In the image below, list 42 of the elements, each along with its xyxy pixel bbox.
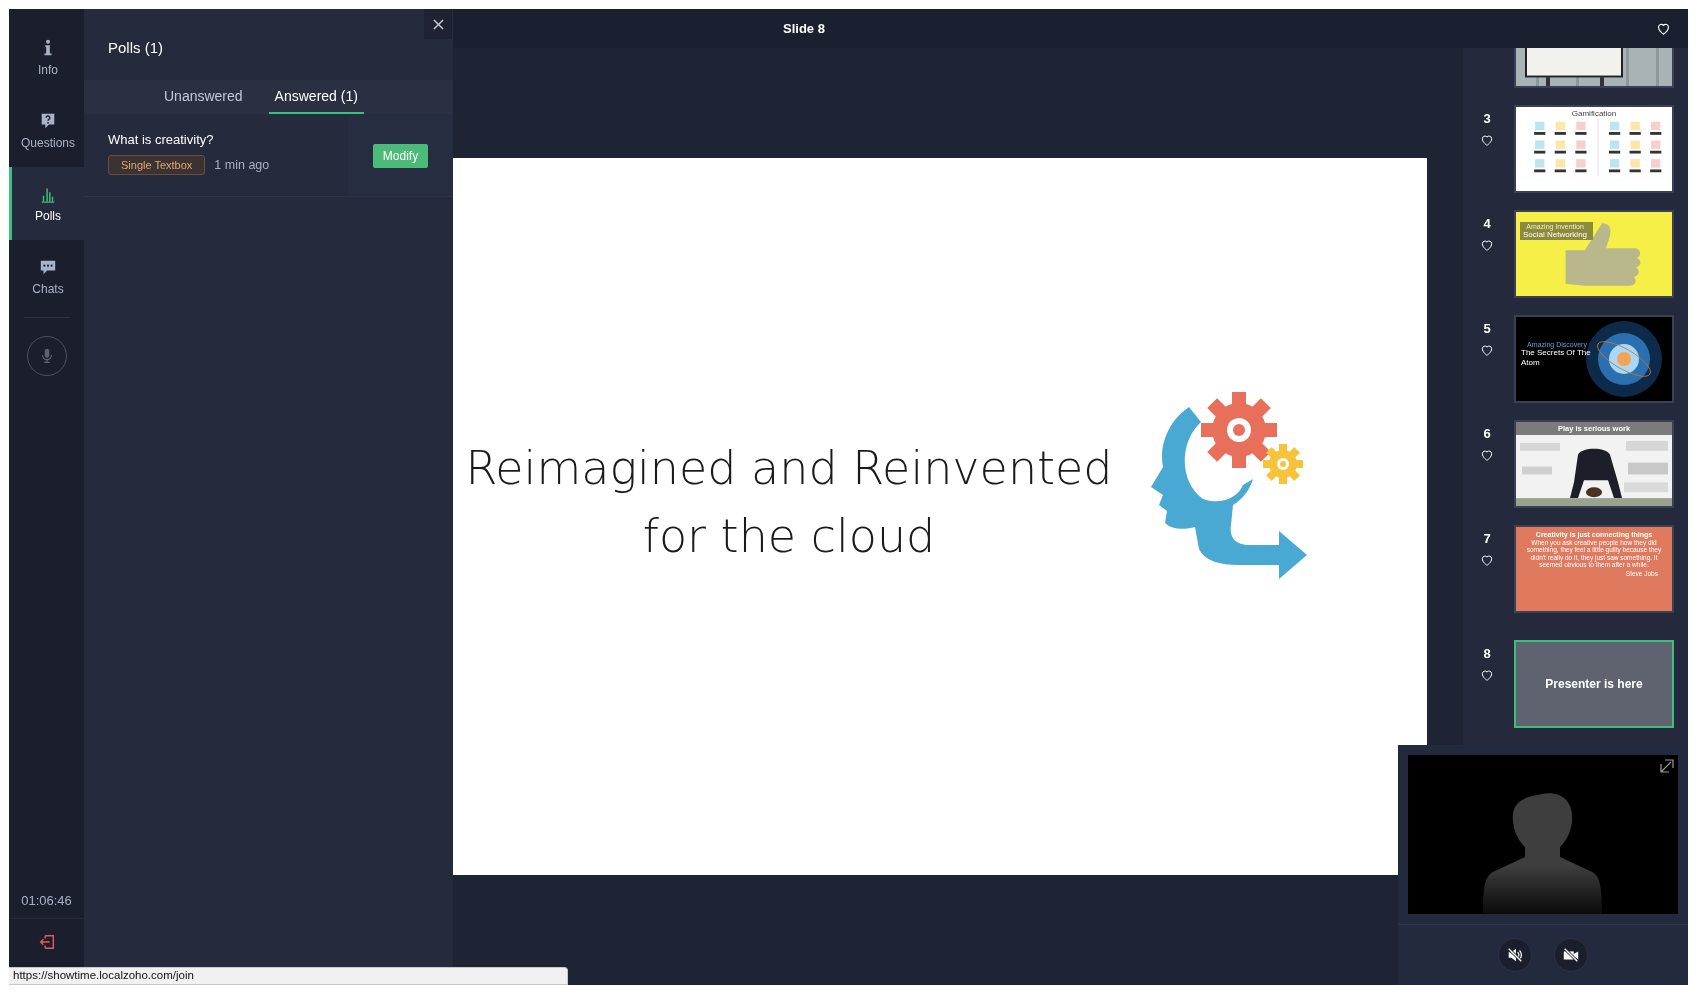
speaker-muted-button[interactable] [1498,938,1532,972]
thumbnail-title: The Secrets Of The Atom [1521,348,1592,368]
heart-icon[interactable] [1479,132,1495,148]
sidebar-tab[interactable]: Info [9,21,84,94]
camera-off-button[interactable] [1554,938,1588,972]
thumbnail-title: Gamification [1571,109,1617,118]
thumbnail-title: Social Networking [1523,230,1588,239]
sidebar-tab[interactable]: Chats [9,240,84,313]
slide-title: Slide 8 [783,21,825,36]
question-bubble-icon [39,111,57,130]
poll-type-tag: Single Textbox [108,155,206,175]
slide-thumbnail[interactable]: Presenter is here [1514,640,1674,728]
heart-icon[interactable] [1479,667,1495,683]
heart-icon[interactable] [1479,237,1495,253]
poll-time: 1 min ago [214,158,270,172]
link-status-bar: https://showtime.localzoho.com/join [9,967,568,985]
exit-icon[interactable] [37,933,56,951]
slide-heading-line: Reimagined and Reinvented [465,440,1113,495]
presenter-label: Presenter is here [1545,677,1643,691]
heart-icon[interactable] [1479,552,1495,568]
poll-question: What is creativity? [108,132,215,147]
minimize-icon[interactable] [1659,758,1675,774]
sidebar-tab[interactable]: Polls [9,167,84,240]
slide-heading-line: for the cloud [642,508,936,563]
panel-title: Polls (1) [108,39,163,56]
close-button[interactable] [424,9,452,39]
slide-number: 3 [1483,111,1491,126]
close-icon [432,18,444,30]
slide-thumbnail[interactable] [1514,525,1674,613]
speaker-muted-icon [1506,946,1524,964]
slide-number: 4 [1483,216,1491,231]
slide-number: 7 [1483,531,1491,546]
heart-icon[interactable] [1479,447,1495,463]
camera-off-icon [1562,946,1580,964]
slide-number: 6 [1483,426,1491,441]
poll-tab[interactable]: Unanswered [158,80,249,114]
session-timer: 01:06:46 [21,893,72,908]
slide-number: 5 [1483,321,1491,336]
slide-thumbnail[interactable]: Gamification [1514,105,1674,193]
sidebar-tab[interactable]: Questions [9,94,84,167]
slide-number: 8 [1483,646,1491,661]
heart-icon[interactable] [1479,342,1495,358]
